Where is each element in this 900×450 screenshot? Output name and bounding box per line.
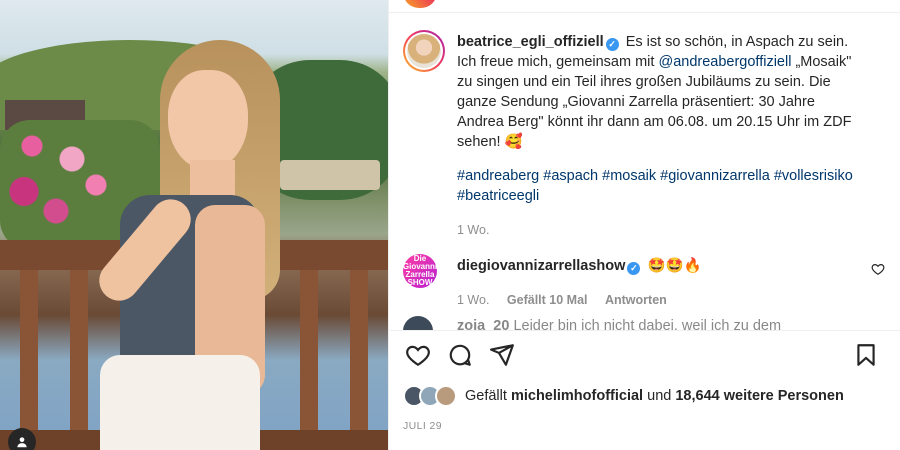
- header-divider: [389, 12, 900, 13]
- likes-prefix: Gefällt: [465, 388, 507, 404]
- author-avatar[interactable]: [403, 30, 445, 72]
- comments-scroll-area[interactable]: beatrice_egli_offiziell ✓ Es ist so schön…: [389, 18, 900, 330]
- photo-rail-post: [300, 270, 318, 440]
- verified-badge-icon: ✓: [627, 262, 641, 275]
- action-bar: [403, 342, 893, 368]
- post-detail-panel: beatrice_egli_offiziell ✓ Es ist so schön…: [388, 0, 900, 450]
- photo-rail-post: [70, 270, 88, 440]
- comment-meta: 1 Wo. Gefällt 10 Mal Antworten: [457, 293, 681, 307]
- post-date[interactable]: JULI 29: [403, 420, 442, 432]
- photo-rail-post: [350, 270, 368, 440]
- likes-text: Gefällt michelimhofofficial und 18,644 w…: [465, 388, 844, 404]
- comment-bubble-icon[interactable]: [447, 342, 473, 368]
- reply-button[interactable]: Antworten: [605, 293, 667, 307]
- comment-heart-icon[interactable]: [871, 262, 885, 276]
- comment-avatar[interactable]: [403, 316, 433, 330]
- photo-rail-post: [20, 270, 38, 440]
- photo-person-face: [168, 70, 248, 170]
- likers-avatars[interactable]: [403, 385, 459, 407]
- comment-item: zoja_20 Leider bin ich nicht dabei, weil…: [403, 316, 893, 330]
- hashtag-link[interactable]: #giovannizarrella: [660, 168, 770, 184]
- photo-person-skirt: [100, 355, 260, 450]
- author-username[interactable]: beatrice_egli_offiziell: [457, 34, 604, 50]
- likes-summary: Gefällt michelimhofofficial und 18,644 w…: [403, 384, 893, 408]
- likes-user[interactable]: michelimhofofficial: [511, 388, 643, 404]
- likes-others[interactable]: 18,644 weitere Personen: [675, 388, 843, 404]
- user-tag-icon[interactable]: [8, 428, 36, 450]
- hashtag-link[interactable]: #beatriceegli: [457, 188, 539, 204]
- comment-username[interactable]: zoja_20: [457, 318, 509, 330]
- heart-icon[interactable]: [405, 342, 431, 368]
- liker-avatar: [435, 385, 457, 407]
- actions-divider: [389, 330, 900, 331]
- hashtag-link[interactable]: #mosaik: [602, 168, 656, 184]
- comment-text: zoja_20 Leider bin ich nicht dabei, weil…: [457, 318, 781, 330]
- photo-awning: [280, 160, 380, 190]
- comment-username[interactable]: diegiovannizarrellashow: [457, 258, 625, 274]
- hashtag-list: #andreaberg #aspach #mosaik #giovannizar…: [457, 166, 857, 206]
- likes-middle: und: [647, 388, 672, 404]
- header-avatar[interactable]: [403, 0, 437, 8]
- mention-link[interactable]: @andreabergoffiziell: [658, 54, 791, 70]
- comment-body: 🤩🤩🔥: [647, 258, 702, 274]
- comment-avatar[interactable]: Die Giovanni Zarrella SHOW: [403, 254, 437, 288]
- hashtag-link[interactable]: #vollesrisiko: [774, 168, 853, 184]
- hashtag-link[interactable]: #andreaberg: [457, 168, 539, 184]
- comment-age[interactable]: 1 Wo.: [457, 293, 489, 307]
- post-photo[interactable]: [0, 0, 388, 450]
- post-age[interactable]: 1 Wo.: [457, 220, 857, 240]
- comment-text: diegiovannizarrellashow ✓ 🤩🤩🔥: [457, 257, 702, 275]
- bookmark-icon[interactable]: [853, 342, 879, 368]
- caption-text: beatrice_egli_offiziell ✓ Es ist so schön…: [457, 32, 857, 240]
- comment-body: Leider bin ich nicht dabei, weil ich zu …: [513, 318, 782, 330]
- send-icon[interactable]: [489, 342, 515, 368]
- hashtag-link[interactable]: #aspach: [543, 168, 598, 184]
- verified-badge-icon: ✓: [605, 38, 619, 51]
- comment-likes[interactable]: Gefällt 10 Mal: [507, 293, 588, 307]
